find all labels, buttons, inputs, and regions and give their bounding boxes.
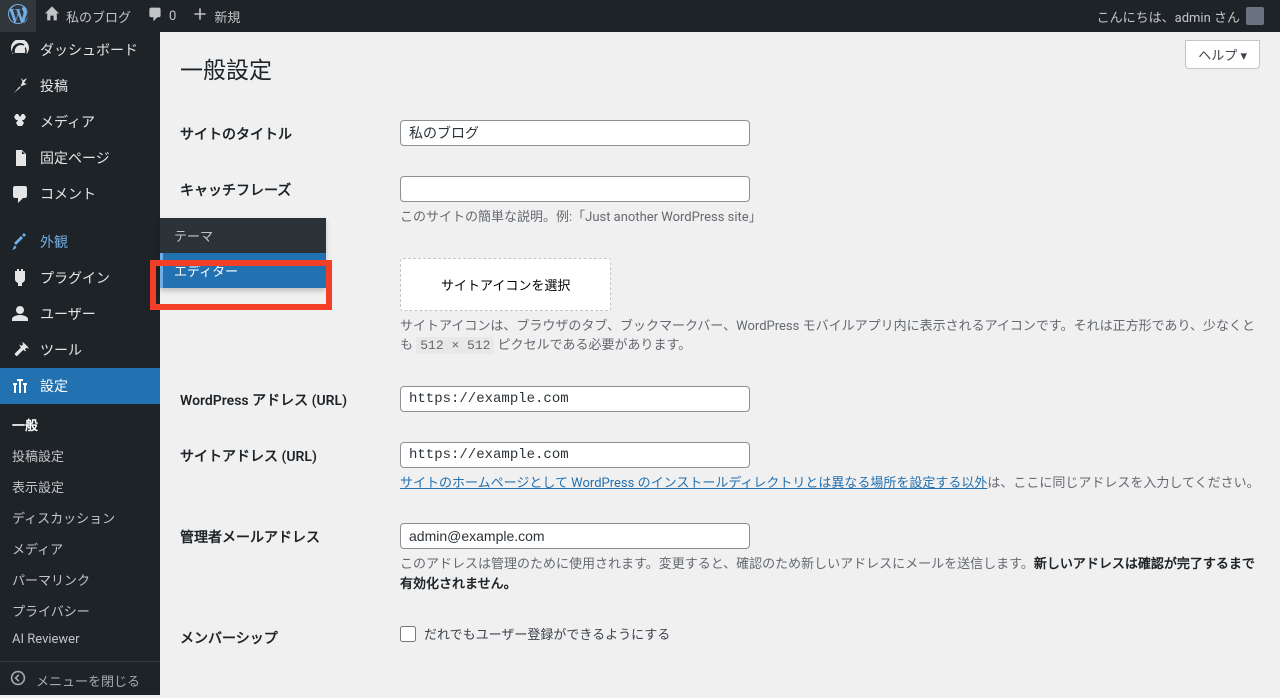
plugin-icon (10, 268, 30, 288)
menu-settings[interactable]: 設定 (0, 368, 160, 404)
wp-url-label: WordPress アドレス (URL) (180, 386, 400, 410)
comments-link[interactable]: 0 (139, 0, 184, 32)
wp-url-input[interactable] (400, 386, 750, 412)
user-icon (10, 304, 30, 324)
membership-checkbox-label: だれでもユーザー登録ができるようにする (424, 624, 670, 643)
site-url-description: サイトのホームページとして WordPress のインストールディレクトリとは異… (400, 474, 1260, 494)
new-text: 新規 (214, 7, 240, 26)
submenu-discussion[interactable]: ディスカッション (0, 502, 160, 533)
membership-label: メンバーシップ (180, 624, 400, 648)
menu-users-label: ユーザー (40, 304, 96, 324)
admin-email-input[interactable] (400, 523, 750, 549)
pin-icon (10, 76, 30, 96)
site-name-link[interactable]: 私のブログ (36, 0, 139, 32)
submenu-writing[interactable]: 投稿設定 (0, 440, 160, 471)
menu-tools-label: ツール (40, 340, 82, 360)
collapse-icon (10, 670, 26, 690)
menu-tools[interactable]: ツール (0, 332, 160, 368)
wrench-icon (10, 340, 30, 360)
comment-icon (10, 184, 30, 204)
site-title-input[interactable] (400, 120, 750, 146)
site-icon-description: サイトアイコンは、ブラウザのタブ、ブックマークバー、WordPress モバイル… (400, 317, 1260, 356)
menu-posts-label: 投稿 (40, 76, 68, 96)
submenu-permalink[interactable]: パーマリンク (0, 564, 160, 595)
dashboard-icon (10, 40, 30, 60)
help-tab[interactable]: ヘルプ ▾ (1185, 40, 1260, 69)
flyout-themes[interactable]: テーマ (160, 218, 326, 253)
submenu-reading[interactable]: 表示設定 (0, 471, 160, 502)
menu-media-label: メディア (40, 112, 95, 132)
appearance-flyout: テーマ エディター (160, 218, 326, 288)
menu-settings-label: 設定 (40, 376, 68, 396)
admin-email-label: 管理者メールアドレス (180, 523, 400, 547)
submenu-ai-reviewer[interactable]: AI Reviewer (0, 626, 160, 653)
collapse-label: メニューを閉じる (36, 671, 140, 690)
menu-plugins-label: プラグイン (40, 268, 110, 288)
submenu-media[interactable]: メディア (0, 533, 160, 564)
menu-appearance[interactable]: 外観 (0, 224, 160, 260)
page-title: 一般設定 (180, 42, 1260, 105)
wordpress-icon (8, 4, 28, 28)
menu-plugins[interactable]: プラグイン (0, 260, 160, 296)
collapse-menu[interactable]: メニューを閉じる (0, 661, 160, 698)
site-icon-button[interactable]: サイトアイコンを選択 (400, 258, 611, 311)
submenu-privacy[interactable]: プライバシー (0, 595, 160, 626)
wp-logo[interactable] (0, 0, 36, 32)
menu-users[interactable]: ユーザー (0, 296, 160, 332)
avatar-icon (1246, 7, 1264, 25)
admin-bar: 私のブログ 0 新規 こんにちは、admin さん (0, 0, 1280, 32)
site-url-input[interactable] (400, 442, 750, 468)
tagline-label: キャッチフレーズ (180, 176, 400, 200)
menu-pages[interactable]: 固定ページ (0, 140, 160, 176)
new-content-link[interactable]: 新規 (184, 0, 248, 32)
tagline-input[interactable] (400, 176, 750, 202)
greeting-text: こんにちは、admin さん (1097, 7, 1240, 26)
admin-sidebar: ダッシュボード 投稿 メディア 固定ページ コメント 外観 プラグイン ユーザー… (0, 32, 160, 695)
site-url-label: サイトアドレス (URL) (180, 442, 400, 466)
menu-media[interactable]: メディア (0, 104, 160, 140)
settings-icon (10, 376, 30, 396)
menu-comments[interactable]: コメント (0, 176, 160, 212)
menu-dashboard[interactable]: ダッシュボード (0, 32, 160, 68)
comments-count: 0 (169, 9, 176, 24)
submenu-general[interactable]: 一般 (0, 409, 160, 440)
site-url-help-link[interactable]: サイトのホームページとして WordPress のインストールディレクトリとは異… (400, 476, 987, 491)
menu-appearance-label: 外観 (40, 232, 68, 252)
brush-icon (10, 232, 30, 252)
page-icon (10, 148, 30, 168)
tagline-description: このサイトの簡単な説明。例:「Just another WordPress si… (400, 208, 1260, 228)
home-icon (44, 6, 60, 26)
menu-dashboard-label: ダッシュボード (40, 40, 138, 60)
flyout-editor[interactable]: エディター (160, 253, 326, 288)
site-name-text: 私のブログ (66, 7, 131, 26)
membership-checkbox[interactable] (400, 626, 416, 642)
menu-pages-label: 固定ページ (40, 148, 110, 168)
comment-icon (147, 6, 163, 26)
admin-email-description: このアドレスは管理のために使用されます。変更すると、確認のため新しいアドレスにメ… (400, 555, 1260, 594)
settings-submenu: 一般 投稿設定 表示設定 ディスカッション メディア パーマリンク プライバシー… (0, 404, 160, 661)
main-content: ヘルプ ▾ 一般設定 サイトのタイトル キャッチフレーズ このサイトの簡単な説明… (160, 32, 1280, 695)
membership-checkbox-row[interactable]: だれでもユーザー登録ができるようにする (400, 624, 1260, 643)
menu-comments-label: コメント (40, 184, 96, 204)
site-title-label: サイトのタイトル (180, 120, 400, 144)
user-account[interactable]: こんにちは、admin さん (1089, 0, 1272, 32)
menu-posts[interactable]: 投稿 (0, 68, 160, 104)
media-icon (10, 112, 30, 132)
plus-icon (192, 6, 208, 26)
